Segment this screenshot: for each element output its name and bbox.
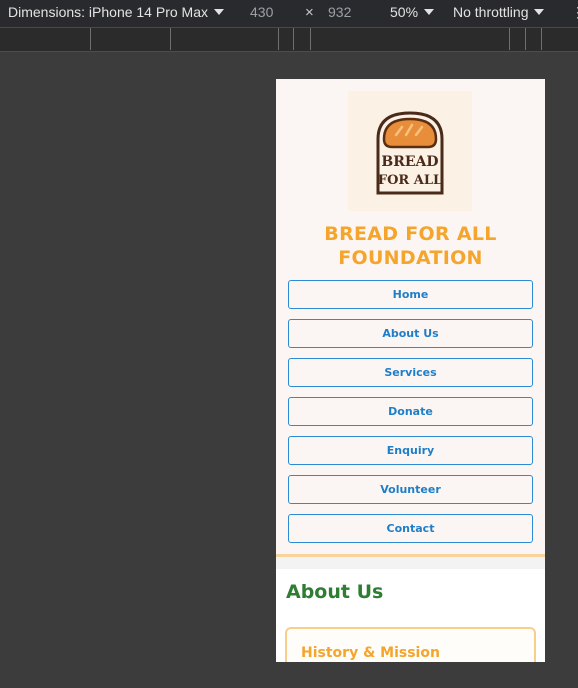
media-query-ruler[interactable]	[0, 28, 578, 52]
site-title: BREAD FOR ALL FOUNDATION	[276, 222, 545, 270]
main-nav: Home About Us Services Donate Enquiry Vo…	[288, 280, 533, 553]
width-input[interactable]: 430	[250, 4, 273, 20]
chevron-down-icon	[424, 9, 435, 15]
ruler-tick	[509, 28, 510, 50]
more-options-icon[interactable]: ⋮	[571, 4, 578, 21]
main-content: About Us History & Mission	[276, 569, 545, 662]
swap-dimensions-icon[interactable]: ×	[305, 4, 314, 21]
nav-contact[interactable]: Contact	[288, 514, 533, 543]
ruler-tick	[293, 28, 294, 50]
site-logo[interactable]: BREAD FOR ALL	[348, 91, 472, 211]
svg-text:FOR ALL: FOR ALL	[378, 173, 442, 188]
throttling-value: No throttling	[453, 4, 529, 20]
nav-services[interactable]: Services	[288, 358, 533, 387]
nav-donate[interactable]: Donate	[288, 397, 533, 426]
section-gap	[276, 557, 545, 569]
ruler-tick	[541, 28, 542, 50]
chevron-down-icon	[534, 9, 545, 15]
nav-home[interactable]: Home	[288, 280, 533, 309]
bread-logo-icon: BREAD FOR ALL	[376, 111, 444, 195]
ruler-tick	[170, 28, 171, 50]
ruler-tick	[90, 28, 91, 50]
ruler-tick	[310, 28, 311, 50]
chevron-down-icon	[214, 9, 224, 15]
card-title: History & Mission	[301, 645, 440, 661]
nav-enquiry[interactable]: Enquiry	[288, 436, 533, 465]
device-dimensions-label: Dimensions: iPhone 14 Pro Max	[8, 4, 208, 20]
nav-volunteer[interactable]: Volunteer	[288, 475, 533, 504]
section-title: About Us	[286, 581, 384, 603]
ruler-tick	[525, 28, 526, 50]
svg-text:BREAD: BREAD	[381, 154, 438, 170]
devtools-device-toolbar: Dimensions: iPhone 14 Pro Max 430 × 932 …	[0, 0, 578, 28]
zoom-value: 50%	[390, 4, 419, 20]
device-dimensions-dropdown[interactable]: Dimensions: iPhone 14 Pro Max	[8, 4, 224, 20]
site-title-line2: FOUNDATION	[338, 247, 483, 269]
height-input[interactable]: 932	[328, 4, 351, 20]
history-mission-card: History & Mission	[285, 627, 536, 662]
ruler-tick	[278, 28, 279, 50]
throttling-dropdown[interactable]: No throttling	[453, 4, 545, 20]
zoom-dropdown[interactable]: 50%	[390, 4, 435, 20]
nav-about-us[interactable]: About Us	[288, 319, 533, 348]
device-viewport: BREAD FOR ALL BREAD FOR ALL FOUNDATION H…	[276, 79, 545, 662]
site-title-line1: BREAD FOR ALL	[324, 223, 497, 245]
